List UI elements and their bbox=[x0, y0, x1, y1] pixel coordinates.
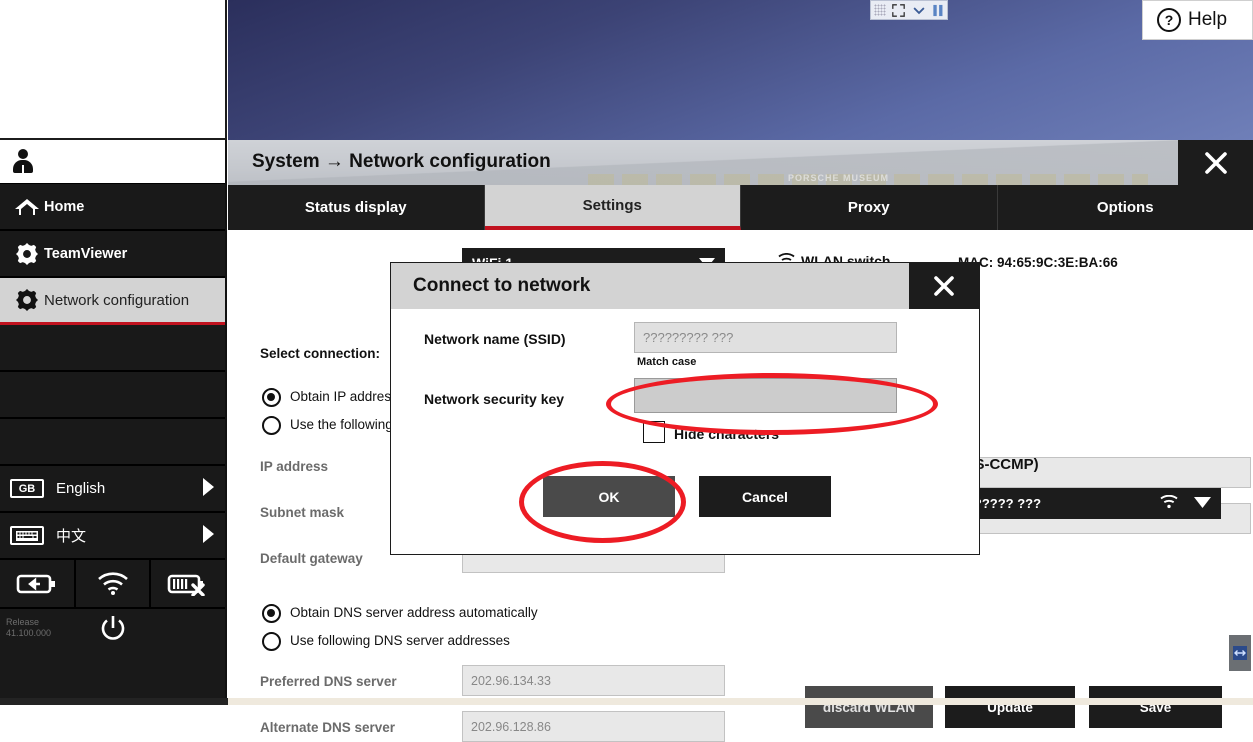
alternate-dns-label: Alternate DNS server bbox=[260, 720, 395, 735]
connect-to-network-dialog: Connect to network Network name (SSID) ?… bbox=[390, 262, 980, 555]
radio-use-following-dns-label: Use following DNS server addresses bbox=[290, 633, 510, 648]
wifi-icon bbox=[1160, 495, 1178, 512]
desktop-background bbox=[228, 0, 1253, 140]
person-icon bbox=[12, 149, 34, 175]
desktop-left-blank bbox=[0, 0, 227, 140]
wifi-icon[interactable] bbox=[76, 560, 152, 607]
window-titlebar: PORSCHE MUSEUM System → Network configur… bbox=[228, 140, 1253, 185]
battery-error-icon[interactable] bbox=[151, 560, 225, 607]
ssid-input[interactable]: ????????? ??? bbox=[634, 322, 897, 353]
gear-icon bbox=[10, 243, 44, 265]
mac-value: 94:65:9C:3E:BA:66 bbox=[997, 255, 1118, 270]
flag-badge-icon: GB bbox=[10, 479, 44, 498]
drag-grip-icon[interactable] bbox=[874, 4, 886, 16]
tab-status-display[interactable]: Status display bbox=[228, 185, 485, 230]
radio-obtain-dns-auto-label: Obtain DNS server address automatically bbox=[290, 605, 538, 620]
sidebar: Home TeamViewer Network configuration GB… bbox=[0, 140, 227, 705]
sidebar-item-empty-3[interactable] bbox=[0, 419, 225, 466]
sidebar-item-empty-2[interactable] bbox=[0, 372, 225, 419]
tab-proxy[interactable]: Proxy bbox=[741, 185, 998, 230]
ssid-label: Network name (SSID) bbox=[424, 331, 566, 347]
scrollbar-thumb[interactable] bbox=[1229, 635, 1251, 671]
help-label: Help bbox=[1188, 9, 1227, 31]
sidebar-user-strip[interactable] bbox=[0, 140, 225, 184]
sidebar-item-language-english[interactable]: GB English bbox=[0, 466, 225, 513]
chevron-down-icon[interactable] bbox=[912, 4, 926, 17]
update-button[interactable]: Update bbox=[945, 686, 1075, 728]
question-mark-icon: ? bbox=[1157, 8, 1181, 32]
sidebar-item-label: TeamViewer bbox=[44, 246, 127, 262]
help-button[interactable]: ? Help bbox=[1142, 0, 1253, 40]
hide-characters-label: Hide characters bbox=[674, 426, 779, 442]
bottom-taskbar-strip bbox=[0, 698, 1253, 705]
sidebar-item-label: Network configuration bbox=[44, 292, 189, 309]
wifi-network-dropdown[interactable]: ??????? ??? bbox=[948, 488, 1221, 519]
alternate-dns-input[interactable]: 202.96.128.86 bbox=[462, 711, 725, 742]
dialog-ok-button[interactable]: OK bbox=[543, 476, 675, 517]
network-security-key-label: Network security key bbox=[424, 391, 564, 407]
dialog-titlebar: Connect to network bbox=[391, 263, 979, 309]
radio-obtain-dns-auto[interactable] bbox=[262, 604, 281, 623]
hide-characters-checkbox[interactable] bbox=[643, 421, 665, 443]
chevron-right-icon bbox=[202, 478, 215, 500]
pause-icon[interactable] bbox=[932, 4, 944, 17]
language-label: 中文 bbox=[56, 525, 86, 546]
radio-obtain-ip-auto[interactable] bbox=[262, 388, 281, 407]
teamviewer-floating-toolbar[interactable] bbox=[870, 0, 948, 20]
sidebar-power-row: Release 41.100.000 bbox=[0, 609, 225, 654]
bottom-taskbar-dark bbox=[0, 698, 228, 705]
keyboard-icon bbox=[10, 526, 44, 545]
preferred-dns-label: Preferred DNS server bbox=[260, 674, 397, 689]
tab-bar: Status display Settings Proxy Options bbox=[228, 185, 1253, 230]
sidebar-item-teamviewer[interactable]: TeamViewer bbox=[0, 231, 225, 278]
battery-charging-icon[interactable] bbox=[0, 560, 76, 607]
sidebar-item-empty-1[interactable] bbox=[0, 325, 225, 372]
sidebar-item-network-configuration[interactable]: Network configuration bbox=[0, 278, 225, 325]
ip-address-label: IP address bbox=[260, 459, 328, 474]
sidebar-item-label: Home bbox=[44, 199, 84, 215]
dialog-close-icon[interactable] bbox=[909, 263, 979, 309]
chevron-right-icon bbox=[202, 525, 215, 547]
network-security-key-input[interactable] bbox=[634, 378, 897, 413]
banner-caption: PORSCHE MUSEUM bbox=[788, 173, 889, 183]
tab-options[interactable]: Options bbox=[998, 185, 1253, 230]
sidebar-item-language-chinese[interactable]: 中文 bbox=[0, 513, 225, 560]
gear-icon bbox=[10, 289, 44, 311]
resize-handle-icon bbox=[1233, 646, 1247, 660]
preferred-dns-input[interactable]: 202.96.134.33 bbox=[462, 665, 725, 696]
dialog-cancel-button[interactable]: Cancel bbox=[699, 476, 831, 517]
dialog-title: Connect to network bbox=[391, 275, 590, 297]
power-icon[interactable] bbox=[99, 615, 127, 648]
sidebar-status-icon-row bbox=[0, 560, 225, 609]
mac-address: MAC: 94:65:9C:3E:BA:66 bbox=[958, 255, 1118, 270]
language-label: English bbox=[56, 480, 105, 497]
home-icon bbox=[10, 197, 44, 217]
radio-use-following-dns[interactable] bbox=[262, 632, 281, 651]
page-title: System → Network configuration bbox=[252, 151, 551, 173]
release-version: Release 41.100.000 bbox=[6, 617, 51, 639]
subnet-mask-label: Subnet mask bbox=[260, 505, 344, 520]
default-gateway-label: Default gateway bbox=[260, 551, 363, 566]
close-icon[interactable] bbox=[1178, 140, 1253, 185]
tab-settings[interactable]: Settings bbox=[485, 185, 742, 230]
discard-wlan-button[interactable]: discard WLAN bbox=[805, 686, 933, 728]
chevron-down-icon bbox=[1194, 496, 1211, 511]
fullscreen-icon[interactable] bbox=[892, 4, 905, 17]
sidebar-item-home[interactable]: Home bbox=[0, 184, 225, 231]
match-case-label: Match case bbox=[637, 356, 696, 368]
select-connection-label: Select connection: bbox=[260, 346, 380, 361]
radio-use-following-ip[interactable] bbox=[262, 416, 281, 435]
save-button[interactable]: Save bbox=[1089, 686, 1222, 728]
